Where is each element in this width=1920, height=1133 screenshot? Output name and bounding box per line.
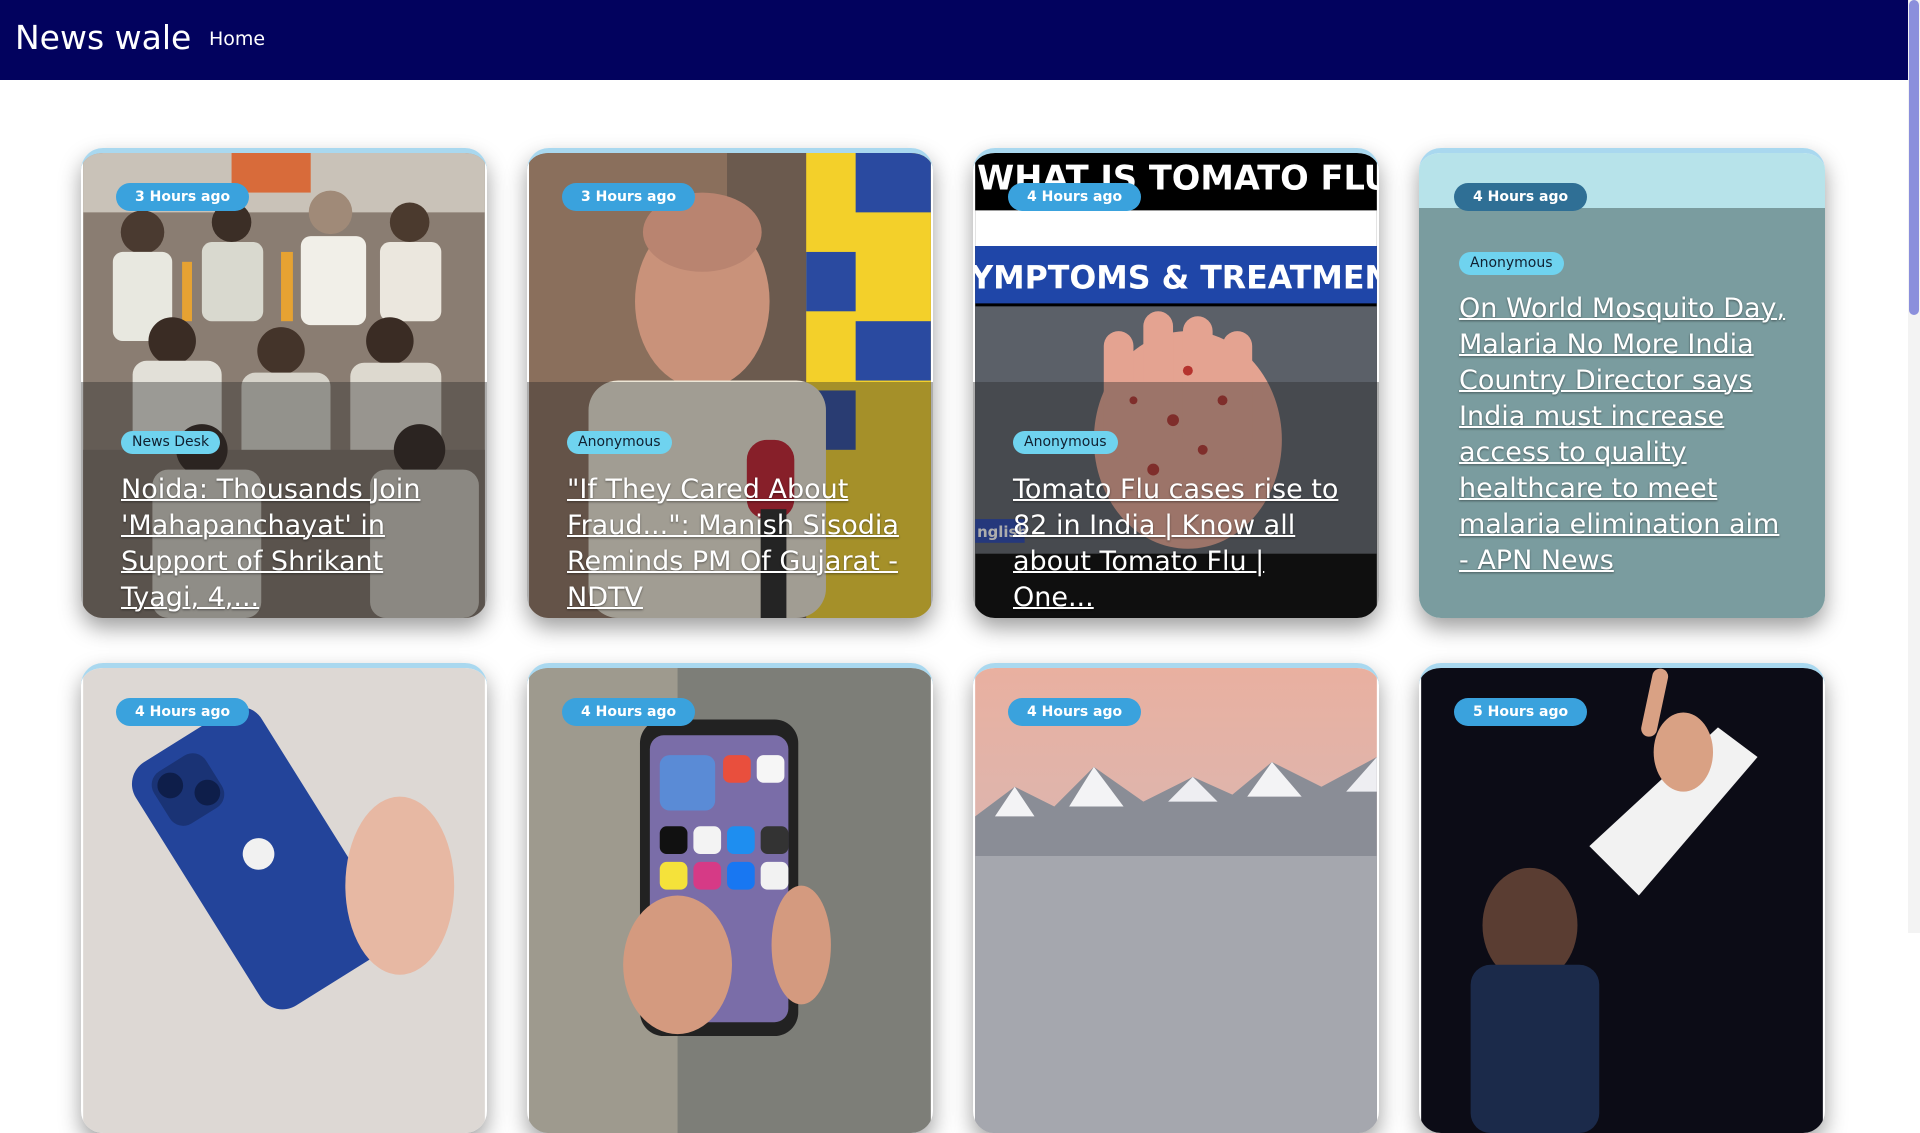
card-image-raised-hand	[1421, 668, 1823, 1133]
card-headline-link[interactable]: On World Mosquito Day, Malaria No More I…	[1459, 291, 1797, 579]
news-card[interactable]: 4 Hours ago	[81, 663, 487, 1133]
author-badge: Anonymous	[1013, 431, 1118, 454]
news-card[interactable]: 5 Hours ago	[1419, 663, 1825, 1133]
author-badge: News Desk	[121, 431, 221, 454]
time-badge: 3 Hours ago	[562, 183, 696, 211]
news-card[interactable]: 4 Hours ago	[527, 663, 933, 1133]
news-card[interactable]: 3 Hours ago Anonymous "If They Cared Abo…	[527, 148, 933, 618]
scrollbar-track[interactable]	[1908, 0, 1920, 933]
time-badge: 3 Hours ago	[116, 183, 250, 211]
time-badge: 4 Hours ago	[116, 698, 250, 726]
navbar: News wale Home	[0, 0, 1920, 80]
card-headline-link[interactable]: Tomato Flu cases rise to 82 in India | K…	[1013, 472, 1351, 616]
news-card[interactable]: 4 Hours ago	[973, 663, 1379, 1133]
time-badge: 4 Hours ago	[1008, 698, 1142, 726]
card-image-iphone	[83, 668, 485, 1133]
news-card[interactable]: 3 Hours ago News Desk Noida: Thousands J…	[81, 148, 487, 618]
author-badge: Anonymous	[567, 431, 672, 454]
nav-home-link[interactable]: Home	[209, 27, 265, 51]
time-badge: 4 Hours ago	[1008, 183, 1142, 211]
card-headline-link[interactable]: Noida: Thousands Join 'Mahapanchayat' in…	[121, 472, 459, 616]
time-badge: 5 Hours ago	[1454, 698, 1588, 726]
image-text-line2: YMPTOMS & TREATMEN	[973, 261, 1379, 297]
card-image-mountains	[975, 668, 1377, 1133]
news-card[interactable]: 4 Hours ago Anonymous On World Mosquito …	[1419, 148, 1825, 618]
scrollbar-thumb[interactable]	[1909, 0, 1919, 315]
news-card[interactable]: WHAT IS TOMATO FLU YMPTOMS & TREATMEN ng…	[973, 148, 1379, 618]
card-image-phone-homescreen	[529, 668, 931, 1133]
card-headline-link[interactable]: "If They Cared About Fraud...": Manish S…	[567, 472, 905, 616]
brand-logo[interactable]: News wale	[15, 18, 191, 58]
time-badge: 4 Hours ago	[562, 698, 696, 726]
author-badge: Anonymous	[1459, 252, 1564, 275]
time-badge: 4 Hours ago	[1454, 183, 1588, 211]
